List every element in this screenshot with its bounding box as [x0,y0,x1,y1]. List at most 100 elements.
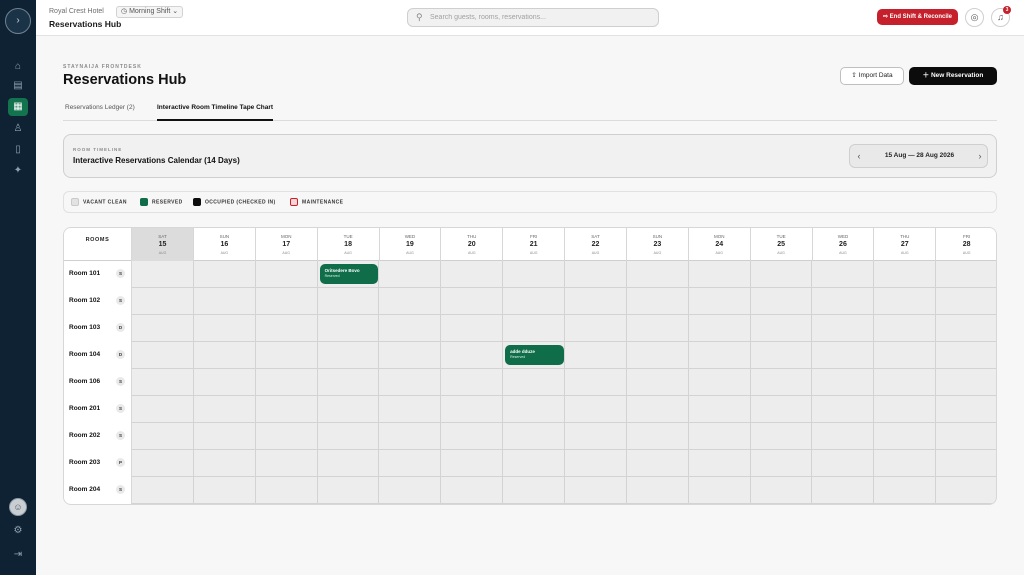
day-column-header: MON 24 AUG [689,228,751,261]
day-of-week: TUE [776,234,786,239]
reservation-block[interactable]: Oritsedere Bovo Reserved [319,264,379,284]
date-range-label[interactable]: 15 Aug — 28 Aug 2026 [868,145,971,167]
room-type-badge: P [116,458,125,467]
room-label-cell[interactable]: Room 204 S [64,477,132,504]
left-nav-rail: › ⌂ ▤ ▦ ♙ ▯ ✦ ☺ ⚙ ⇥ [0,0,36,575]
day-month: AUG [839,251,847,255]
room-row[interactable]: Room 204 S [64,477,996,504]
room-row[interactable]: Room 201 S [64,396,996,423]
day-month: AUG [344,251,352,255]
day-of-week: SUN [652,234,663,239]
day-column-header: THU 20 AUG [441,228,504,261]
grid-divider [502,261,504,504]
room-label-cell[interactable]: Room 102 S [64,288,132,315]
brand-logo-icon[interactable]: › [5,8,31,34]
language-globe-button[interactable]: ◎ [965,8,984,27]
tab-reservations-ledger[interactable]: Reservations Ledger (2) [65,104,135,121]
room-type-badge: S [116,404,125,413]
nav-dashboard-icon[interactable]: ⌂ [8,58,28,76]
day-number: 17 [282,241,291,248]
legend-swatch [71,198,79,206]
plus-icon: ＋ [922,72,930,79]
day-of-week: SAT [591,234,600,239]
breadcrumb-title: Reservations Hub [49,19,122,29]
room-timeline-grid: ROOMS SAT 15 AUG SUN 16 AUG MON 17 AUG TUE 18 AUG WE… [63,227,997,505]
shift-label: Morning Shift [129,8,171,15]
import-data-label: Import Data [858,72,893,79]
grid-divider [564,261,566,504]
bell-icon: ♫ [997,12,1004,22]
rooms-column-header: ROOMS [64,228,132,261]
room-row[interactable]: Room 106 S [64,369,996,396]
legend-item-maintenance: MAINTENANCE [290,198,343,207]
day-month: AUG [653,251,662,255]
room-row[interactable]: Room 102 S [64,288,996,315]
logout-icon[interactable]: ⇥ [8,546,28,564]
day-month: AUG [715,251,724,255]
day-number: 22 [591,241,600,248]
room-row[interactable]: Room 101 S [64,261,996,288]
grid-header-row: ROOMS SAT 15 AUG SUN 16 AUG MON 17 AUG TUE 18 AUG WE… [64,228,996,261]
room-row[interactable]: Room 202 S [64,423,996,450]
upload-icon: ⇪ [851,72,857,79]
day-number: 21 [529,241,538,248]
day-column-header: SUN 23 AUG [627,228,689,261]
legend-swatch [140,198,148,206]
day-column-header: SUN 16 AUG [194,228,256,261]
nav-billing-icon[interactable]: ▯ [8,141,28,159]
room-label-cell[interactable]: Room 203 P [64,450,132,477]
day-number: 24 [715,241,724,248]
new-reservation-button[interactable]: ＋ New Reservation [909,67,997,85]
room-label-cell[interactable]: Room 101 S [64,261,132,288]
search-icon: ⚲ [416,12,423,22]
prev-range-chevron-left-icon[interactable]: ‹ [850,145,868,167]
room-label-cell[interactable]: Room 103 D [64,315,132,342]
nav-reservations-icon[interactable]: ▦ [8,98,28,116]
nav-rooms-icon[interactable]: ▤ [8,77,28,95]
next-range-chevron-right-icon[interactable]: › [971,145,989,167]
legend-swatch [193,198,201,206]
grid-divider [811,261,813,504]
nav-guests-icon[interactable]: ♙ [8,120,28,138]
end-shift-button[interactable]: ⇨ End Shift & Reconcile [877,9,958,25]
exit-icon: ⇨ [882,14,888,20]
day-month: AUG [406,251,414,255]
grid-divider [440,261,442,504]
end-shift-label: End Shift & Reconcile [889,14,953,20]
room-name: Room 202 [69,432,101,439]
room-label-cell[interactable]: Room 104 D [64,342,132,369]
shift-selector[interactable]: ◷ Morning Shift ⌄ [116,6,184,18]
import-data-button[interactable]: ⇪ Import Data [840,67,904,85]
day-of-week: FRI [963,234,971,239]
day-number: 28 [962,241,971,248]
day-of-week: MON [713,234,725,239]
room-row[interactable]: Room 203 P [64,450,996,477]
clock-icon: ◷ [121,8,128,15]
settings-gear-icon[interactable]: ⚙ [8,522,28,540]
day-number: 20 [467,241,476,248]
room-name: Room 104 [69,351,101,358]
search-input[interactable] [430,11,650,24]
timeline-eyebrow: ROOM TIMELINE [73,147,123,152]
global-search[interactable]: ⚲ [407,8,659,27]
nav-housekeeping-icon[interactable]: ✦ [8,162,28,180]
reservation-guest-name: adde dduze [510,349,535,354]
day-of-week: FRI [530,234,538,239]
room-label-cell[interactable]: Room 201 S [64,396,132,423]
room-label-cell[interactable]: Room 202 S [64,423,132,450]
room-label-cell[interactable]: Room 106 S [64,369,132,396]
tab-room-timeline[interactable]: Interactive Room Timeline Tape Chart [157,104,274,121]
page-title: Reservations Hub [63,72,187,88]
legend-swatch [290,198,298,206]
user-avatar[interactable]: ☺ [9,498,27,516]
day-column-header: SAT 22 AUG [565,228,628,261]
room-row[interactable]: Room 103 D [64,315,996,342]
grid-divider [378,261,380,504]
reservation-block[interactable]: adde dduze Reserved [505,345,565,365]
day-of-week: WED [404,234,416,239]
room-name: Room 204 [69,486,101,493]
room-type-badge: S [116,269,125,278]
day-of-week: TUE [343,234,353,239]
new-reservation-label: New Reservation [930,72,984,79]
status-legend: VACANT CLEAN RESERVED OCCUPIED (CHECKED … [63,191,997,213]
